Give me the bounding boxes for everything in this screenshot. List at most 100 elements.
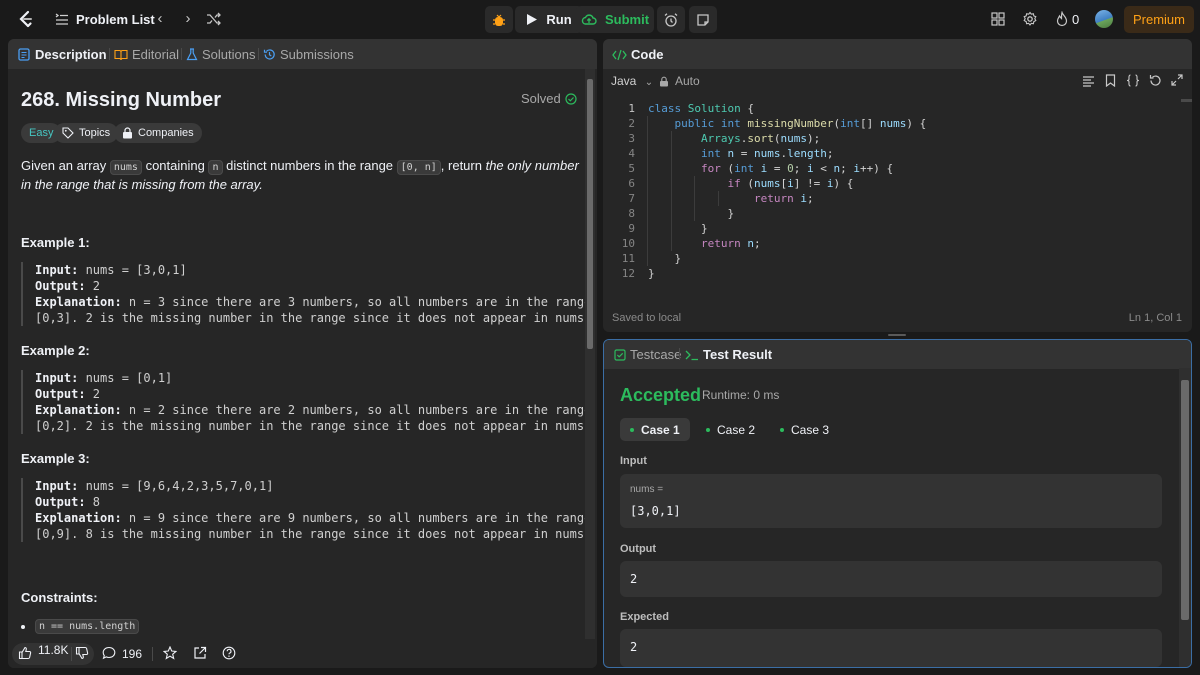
input-label: Input: xyxy=(35,479,79,493)
bookmark-icon[interactable] xyxy=(1105,74,1116,87)
example-explanation: n = 3 since there are 3 numbers, so all … xyxy=(121,295,592,309)
case-label: Case 2 xyxy=(717,422,756,437)
inline-code: n xyxy=(208,160,223,175)
submit-button[interactable]: Submit xyxy=(576,6,654,33)
tab-description[interactable]: Description xyxy=(18,47,107,62)
case-label: Case 3 xyxy=(791,422,830,437)
tab-editorial-label: Editorial xyxy=(132,47,179,62)
next-problem-icon[interactable]: › xyxy=(180,10,196,28)
auto-mode[interactable]: Auto xyxy=(659,74,700,88)
shuffle-icon[interactable] xyxy=(206,12,222,26)
check-circle-icon xyxy=(565,92,577,105)
streak-count: 0 xyxy=(1072,12,1080,27)
input-label: Input: xyxy=(35,263,79,277)
input-label: Input: xyxy=(35,371,79,385)
tab-divider xyxy=(258,48,259,60)
example-block: Input: nums = [3,0,1] Output: 2 Explanat… xyxy=(21,262,591,326)
tab-test-result-label: Test Result xyxy=(703,347,773,362)
list-icon xyxy=(55,13,68,25)
topics-chip[interactable]: Topics xyxy=(54,123,119,143)
tab-test-result[interactable]: Test Result xyxy=(685,347,772,362)
tab-solutions[interactable]: Solutions xyxy=(186,47,255,62)
output-box: 2 xyxy=(620,561,1162,597)
leetcode-logo-icon[interactable] xyxy=(17,10,35,28)
problem-description: Given an array nums containing n distinc… xyxy=(21,157,581,193)
input-value: [3,0,1] xyxy=(630,504,681,518)
code-brackets-icon xyxy=(612,49,627,60)
premium-button[interactable]: Premium xyxy=(1124,6,1194,33)
example-explanation: [0,2]. 2 is the missing number in the ra… xyxy=(35,419,592,433)
output-label: Output: xyxy=(35,279,86,293)
help-icon[interactable] xyxy=(222,646,236,660)
indent-guide xyxy=(718,191,719,206)
bullet-dot xyxy=(21,624,25,629)
debug-button[interactable] xyxy=(485,6,513,33)
user-avatar[interactable] xyxy=(1095,10,1113,28)
notes-button[interactable] xyxy=(689,6,717,33)
cloud-upload-icon xyxy=(581,14,597,25)
format-lines-icon[interactable] xyxy=(1082,75,1095,87)
share-icon[interactable] xyxy=(193,646,207,660)
indent-guide xyxy=(694,176,695,221)
editor-scroll-indicator[interactable] xyxy=(1181,99,1192,102)
tab-divider xyxy=(109,48,110,60)
chevron-down-icon: ⌄ xyxy=(644,77,654,88)
tab-divider xyxy=(181,48,182,60)
thumbs-down-icon[interactable] xyxy=(75,646,89,660)
language-select[interactable]: Java ⌄ xyxy=(611,74,653,88)
footer-divider xyxy=(152,647,153,661)
desc-text: distinct numbers in the range xyxy=(222,158,397,173)
tab-submissions-label: Submissions xyxy=(280,47,354,62)
indent-guide xyxy=(647,116,648,266)
code-editor[interactable]: 1 class Solution { 2 public int missingNu… xyxy=(603,99,1192,280)
tab-testcase-label: Testcase xyxy=(630,347,682,362)
prev-problem-icon[interactable]: ‹ xyxy=(152,10,168,28)
tab-solutions-label: Solutions xyxy=(202,47,256,62)
description-scroll-thumb[interactable] xyxy=(587,79,593,349)
tab-editorial[interactable]: Editorial xyxy=(114,47,179,62)
test-scroll-thumb[interactable] xyxy=(1181,380,1189,620)
output-label: Output: xyxy=(35,387,86,401)
tag-icon xyxy=(62,127,74,139)
tab-submissions[interactable]: Submissions xyxy=(263,47,354,62)
problem-list-link[interactable]: Problem List xyxy=(76,12,155,27)
thumbs-up-icon[interactable] xyxy=(18,646,32,660)
case-tab-1[interactable]: Case 1 xyxy=(620,418,690,441)
example-output: 2 xyxy=(85,387,101,401)
note-icon xyxy=(697,13,709,26)
description-panel: Description Editorial Solutions Submissi… xyxy=(8,39,597,668)
star-icon[interactable] xyxy=(163,646,177,660)
timer-button[interactable] xyxy=(657,6,685,33)
layout-grid-icon[interactable] xyxy=(990,11,1006,27)
example-output: 8 xyxy=(85,495,101,509)
inline-code: [0, n] xyxy=(396,160,441,175)
code-panel-header: Code xyxy=(603,39,1192,69)
inline-code: nums xyxy=(109,160,142,175)
settings-gear-icon[interactable] xyxy=(1022,11,1038,27)
expected-box: 2 xyxy=(620,629,1162,667)
maximize-icon[interactable] xyxy=(1171,74,1183,86)
expected-section-label: Expected xyxy=(620,611,669,623)
companies-chip[interactable]: Companies xyxy=(114,123,202,143)
tab-testcase[interactable]: Testcase xyxy=(614,347,681,362)
example-title: Example 2: xyxy=(21,343,90,358)
reset-icon[interactable] xyxy=(1149,74,1162,87)
case-label: Case 1 xyxy=(641,422,680,437)
solved-status: Solved xyxy=(521,91,577,106)
comment-icon[interactable] xyxy=(102,646,116,660)
pass-dot xyxy=(780,427,784,432)
case-tab-3[interactable]: Case 3 xyxy=(770,418,839,441)
desc-text: , return xyxy=(440,158,486,173)
constraint-item: n == nums.length xyxy=(21,619,140,634)
fire-streak-icon[interactable] xyxy=(1054,11,1070,27)
desc-text: Given an array xyxy=(21,158,110,173)
lock-icon xyxy=(660,76,668,86)
example-block: Input: nums = [0,1] Output: 2 Explanatio… xyxy=(21,370,591,434)
curly-braces-icon[interactable] xyxy=(1126,74,1140,87)
panel-resize-handle[interactable] xyxy=(888,334,906,336)
tab-code[interactable]: Code xyxy=(612,47,664,62)
case-tab-2[interactable]: Case 2 xyxy=(696,418,765,441)
constraints-title: Constraints: xyxy=(21,590,98,605)
likes-count: 11.8K xyxy=(38,643,69,657)
run-button[interactable]: Run xyxy=(515,6,583,33)
